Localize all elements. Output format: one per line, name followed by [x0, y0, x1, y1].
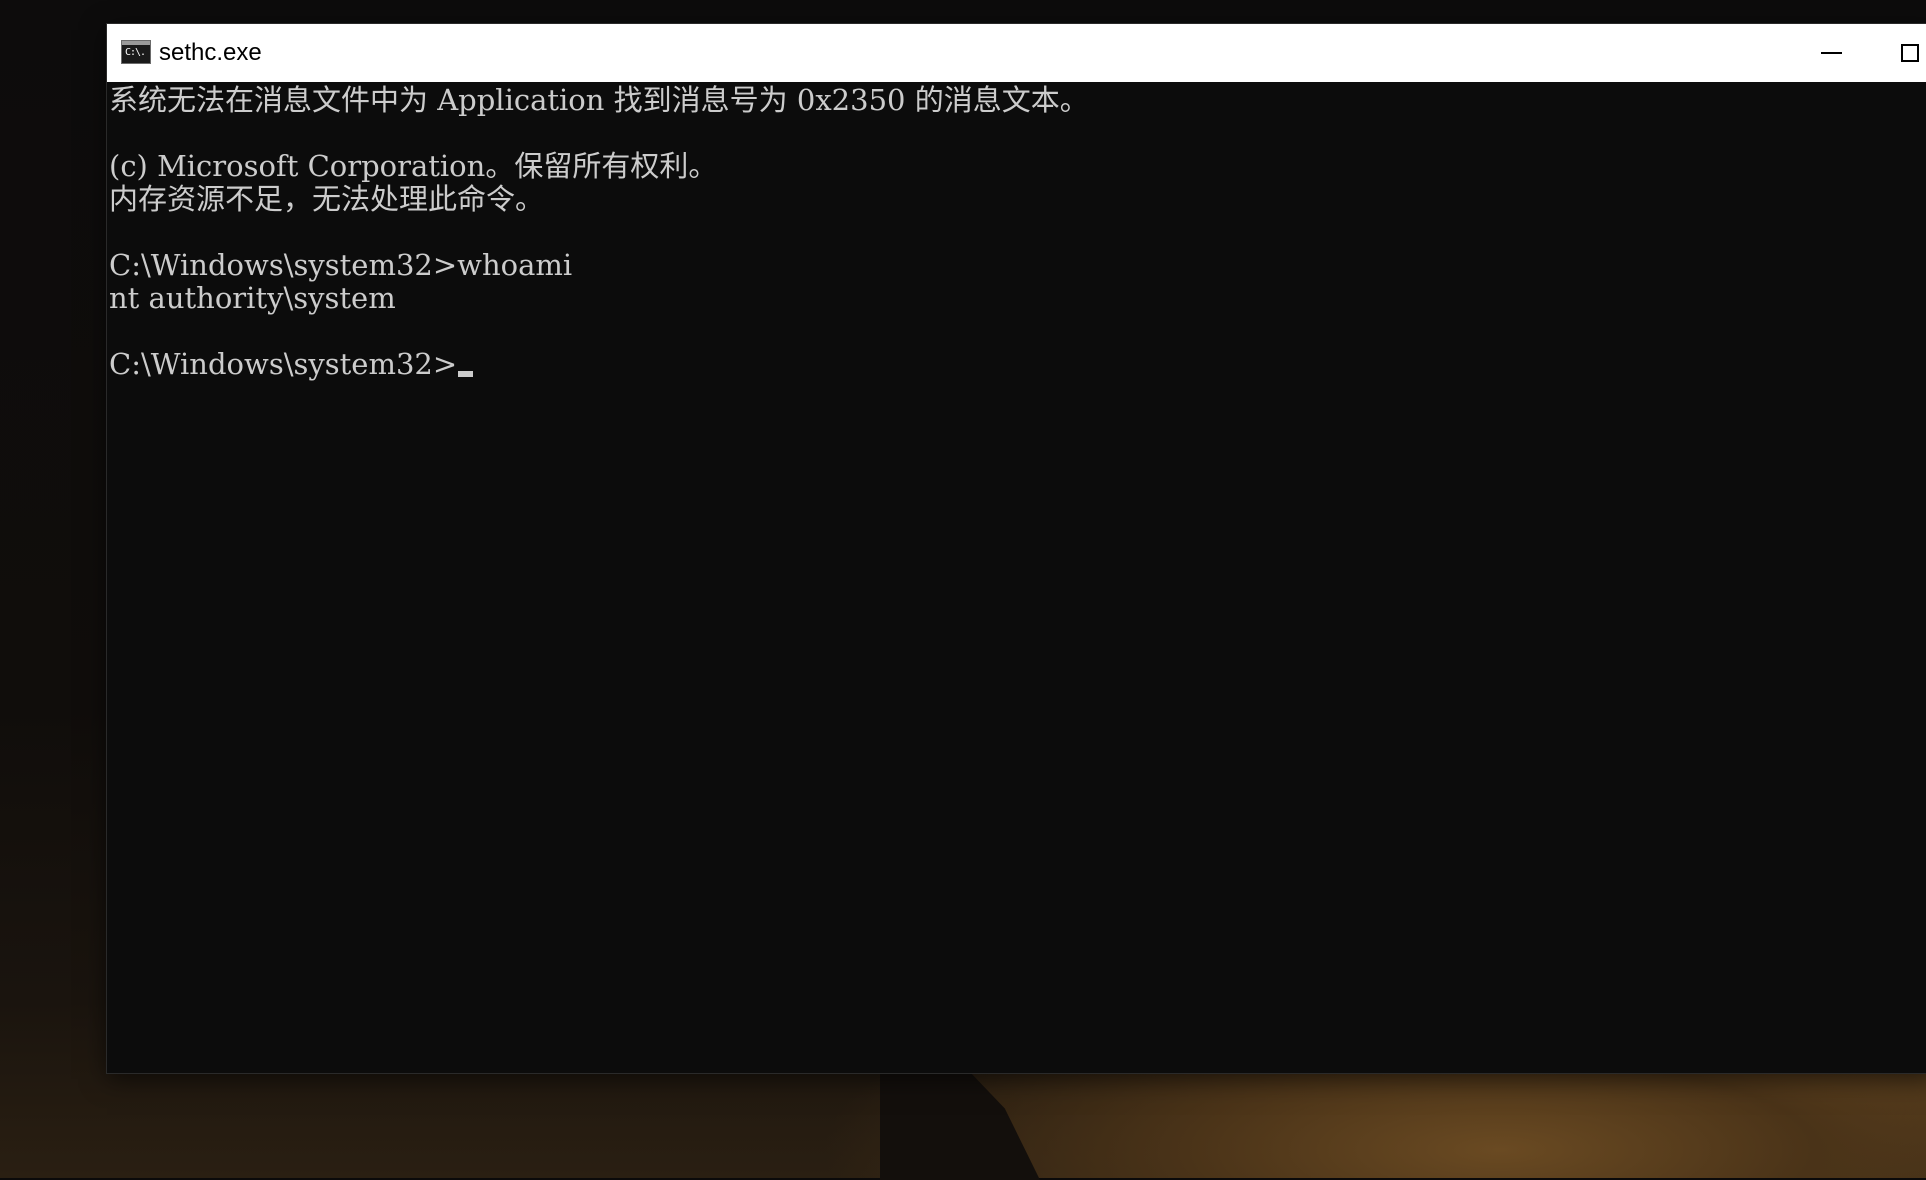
console-line: nt authority\system	[109, 281, 396, 315]
console-app-icon-text: C:\.	[125, 47, 146, 58]
maximize-icon	[1901, 44, 1919, 62]
command-prompt-line[interactable]: C:\Windows\system32>	[109, 347, 474, 381]
minimize-icon	[1821, 52, 1842, 54]
text-cursor	[458, 371, 474, 377]
console-window[interactable]: C:\. sethc.exe 系统无法在消息文件中为 Application 找…	[107, 24, 1926, 1073]
console-app-icon[interactable]: C:\.	[121, 40, 151, 64]
console-output[interactable]: 系统无法在消息文件中为 Application 找到消息号为 0x2350 的消…	[107, 82, 1926, 1073]
title-bar[interactable]: C:\. sethc.exe	[107, 24, 1926, 82]
console-line: (c) Microsoft Corporation。保留所有权利。	[109, 149, 718, 183]
maximize-button[interactable]	[1879, 24, 1926, 82]
desktop-wallpaper-rock	[880, 1070, 1040, 1180]
console-line: 系统无法在消息文件中为 Application 找到消息号为 0x2350 的消…	[109, 83, 1089, 117]
console-line: C:\Windows\system32>whoami	[109, 248, 573, 282]
command-prompt: C:\Windows\system32>	[109, 347, 458, 381]
console-line: 内存资源不足，无法处理此命令。	[109, 182, 545, 216]
window-title: sethc.exe	[159, 39, 262, 66]
minimize-button[interactable]	[1797, 24, 1867, 82]
